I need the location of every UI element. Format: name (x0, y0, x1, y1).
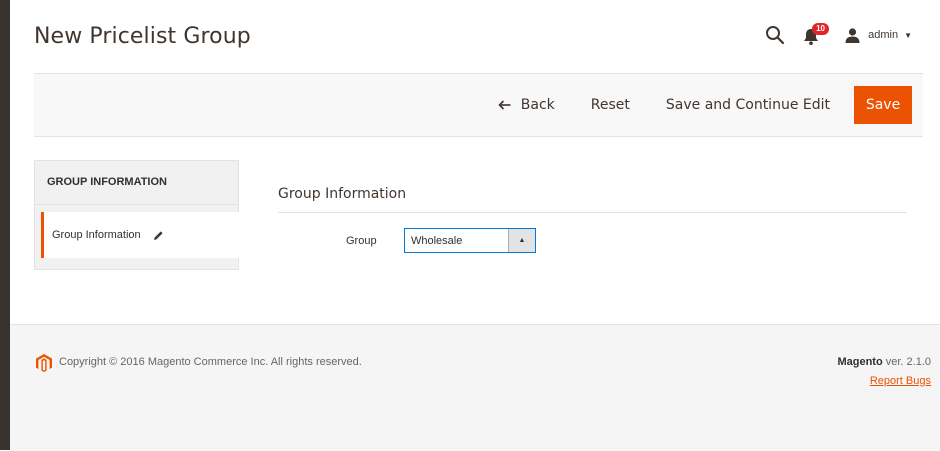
copyright-text: Copyright © 2016 Magento Commerce Inc. A… (59, 356, 362, 368)
user-menu[interactable]: admin ▼ (845, 27, 912, 43)
caret-up-icon: ▲ (508, 229, 535, 252)
notification-count-badge: 10 (812, 23, 830, 35)
report-bugs-link[interactable]: Report Bugs (870, 375, 931, 387)
arrow-left-icon (498, 100, 511, 110)
save-and-continue-button[interactable]: Save and Continue Edit (666, 86, 830, 124)
group-select[interactable]: Wholesale ▲ (404, 228, 536, 253)
reset-button[interactable]: Reset (591, 86, 630, 124)
brand-name: Magento (837, 356, 883, 368)
side-tabs: GROUP INFORMATION Group Information (34, 160, 241, 270)
search-icon[interactable] (765, 25, 785, 45)
page: New Pricelist Group 10 admin ▼ Back Rese… (10, 0, 940, 451)
group-field-label: Group (346, 235, 377, 247)
caret-down-icon: ▼ (904, 30, 912, 40)
section-title: Group Information (278, 186, 407, 202)
section-divider (278, 212, 907, 213)
page-actions: Back Reset Save and Continue Edit Save (498, 86, 912, 124)
back-button[interactable]: Back (498, 86, 555, 124)
notifications-button[interactable]: 10 (803, 23, 830, 46)
footer: Copyright © 2016 Magento Commerce Inc. A… (10, 324, 940, 451)
version-text: Magento ver. 2.1.0 (837, 356, 931, 368)
sidebar-item-label: Group Information (52, 229, 141, 241)
magento-logo-icon (36, 354, 52, 372)
side-tabs-heading: GROUP INFORMATION (35, 161, 238, 205)
pencil-icon (153, 230, 163, 240)
back-label: Back (520, 97, 555, 113)
group-select-value: Wholesale (411, 234, 463, 247)
user-name: admin (868, 29, 899, 41)
page-actions-bar: Back Reset Save and Continue Edit Save (34, 73, 923, 137)
header-actions: 10 admin ▼ (765, 23, 912, 46)
page-title: New Pricelist Group (34, 24, 251, 49)
sidebar-item-group-information[interactable]: Group Information (41, 212, 241, 258)
user-icon (845, 27, 860, 43)
admin-menu-bar (0, 0, 10, 450)
version-number: ver. 2.1.0 (882, 356, 931, 368)
save-button[interactable]: Save (854, 86, 912, 124)
